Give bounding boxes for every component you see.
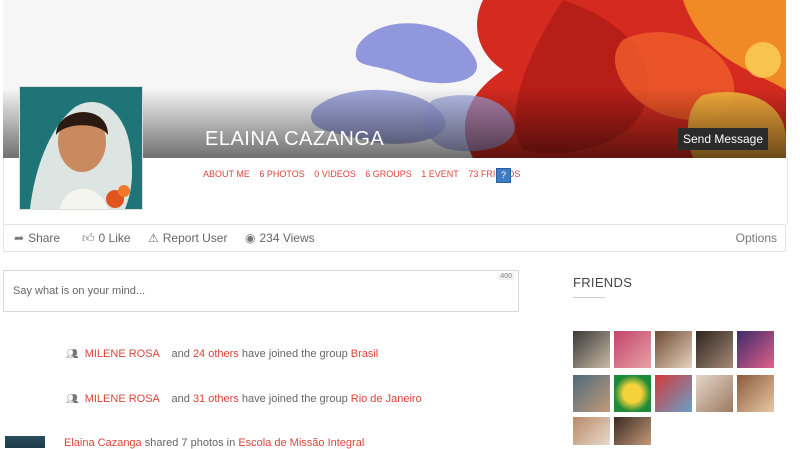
avatar-portrait xyxy=(20,87,142,209)
profile-avatar[interactable] xyxy=(19,86,143,210)
info-icon[interactable]: ? xyxy=(496,168,511,183)
friend-thumbnail[interactable] xyxy=(737,331,774,368)
send-message-button[interactable]: Send Message xyxy=(678,128,768,150)
tab-about-me[interactable]: ABOUT ME xyxy=(203,169,250,179)
friend-thumbnail[interactable] xyxy=(573,375,610,412)
tab-friends[interactable]: 73 FRIENDS xyxy=(468,169,520,179)
tab-groups[interactable]: 6 GROUPS xyxy=(365,169,412,179)
activity-text: have joined the group xyxy=(241,393,348,405)
activity-actor-link[interactable]: MILENE ROSA xyxy=(85,393,160,405)
friend-thumbnail[interactable] xyxy=(614,331,651,368)
profile-action-bar: ➦ Share 👍︎ 0 Like ⚠ Report User ◉ 234 Views … xyxy=(3,224,786,252)
share-icon: ➦ xyxy=(14,231,25,245)
activity-actor-link[interactable]: MILENE ROSA xyxy=(85,348,160,360)
friend-thumbnail[interactable] xyxy=(737,375,774,412)
activity-avatar[interactable] xyxy=(5,436,45,448)
tab-photos[interactable]: 6 PHOTOS xyxy=(259,169,304,179)
report-user-button[interactable]: ⚠ Report User xyxy=(148,231,227,245)
friends-title: FRIENDS xyxy=(573,275,633,290)
friend-thumbnail[interactable] xyxy=(614,375,651,412)
like-button[interactable]: 👍︎ 0 Like xyxy=(82,231,131,246)
users-icon: 👥︎ xyxy=(66,349,79,360)
eye-icon: ◉ xyxy=(245,231,256,245)
thumbs-up-icon: 👍︎ xyxy=(82,231,95,245)
activity-text: shared 7 photos in xyxy=(144,437,236,449)
users-icon: 👥︎ xyxy=(66,394,79,405)
profile-page: ELAINA CAZANGA Send Message ABOUT ME 6 P… xyxy=(0,0,800,449)
options-button[interactable]: Options xyxy=(736,231,777,245)
like-label: 0 Like xyxy=(98,231,131,245)
profile-name: ELAINA CAZANGA xyxy=(205,128,385,150)
friend-thumbnail[interactable] xyxy=(696,375,733,412)
status-composer[interactable]: Say what is on your mind... 400 xyxy=(3,270,519,312)
tab-events[interactable]: 1 EVENT xyxy=(421,169,459,179)
activity-and: and xyxy=(171,393,190,405)
activity-others-link[interactable]: 31 others xyxy=(193,393,239,405)
tab-videos[interactable]: 0 VIDEOS xyxy=(314,169,356,179)
activity-group-link[interactable]: Brasil xyxy=(351,348,379,360)
report-label: Report User xyxy=(162,231,228,245)
activity-others-link[interactable]: 24 others xyxy=(193,348,239,360)
activity-group-link[interactable]: Escola de Missão Integral xyxy=(238,437,364,449)
share-button[interactable]: ➦ Share xyxy=(14,231,60,245)
views-count: ◉ 234 Views xyxy=(245,231,315,245)
activity-and: and xyxy=(171,348,190,360)
activity-item: 👥︎ MILENE ROSA and 24 others have joined … xyxy=(66,348,378,360)
friend-thumbnail[interactable] xyxy=(655,375,692,412)
composer-placeholder: Say what is on your mind... xyxy=(13,285,146,297)
friend-thumbnail[interactable] xyxy=(655,331,692,368)
friend-thumbnail[interactable] xyxy=(573,417,610,445)
share-label: Share xyxy=(28,231,61,245)
friends-divider xyxy=(573,297,605,298)
friend-thumbnail[interactable] xyxy=(573,331,610,368)
friend-thumbnail[interactable] xyxy=(614,417,651,445)
activity-item: Elaina Cazanga shared 7 photos in Escola… xyxy=(64,437,364,449)
activity-actor-link[interactable]: Elaina Cazanga xyxy=(64,437,142,449)
profile-tabs: ABOUT ME 6 PHOTOS 0 VIDEOS 6 GROUPS 1 EV… xyxy=(203,169,527,179)
views-label: 234 Views xyxy=(259,231,315,245)
character-limit: 400 xyxy=(498,273,514,280)
activity-item: 👥︎ MILENE ROSA and 31 others have joined … xyxy=(66,393,422,405)
friend-thumbnail[interactable] xyxy=(696,331,733,368)
activity-text: have joined the group xyxy=(241,348,348,360)
activity-group-link[interactable]: Rio de Janeiro xyxy=(351,393,422,405)
warning-icon: ⚠ xyxy=(148,231,159,245)
